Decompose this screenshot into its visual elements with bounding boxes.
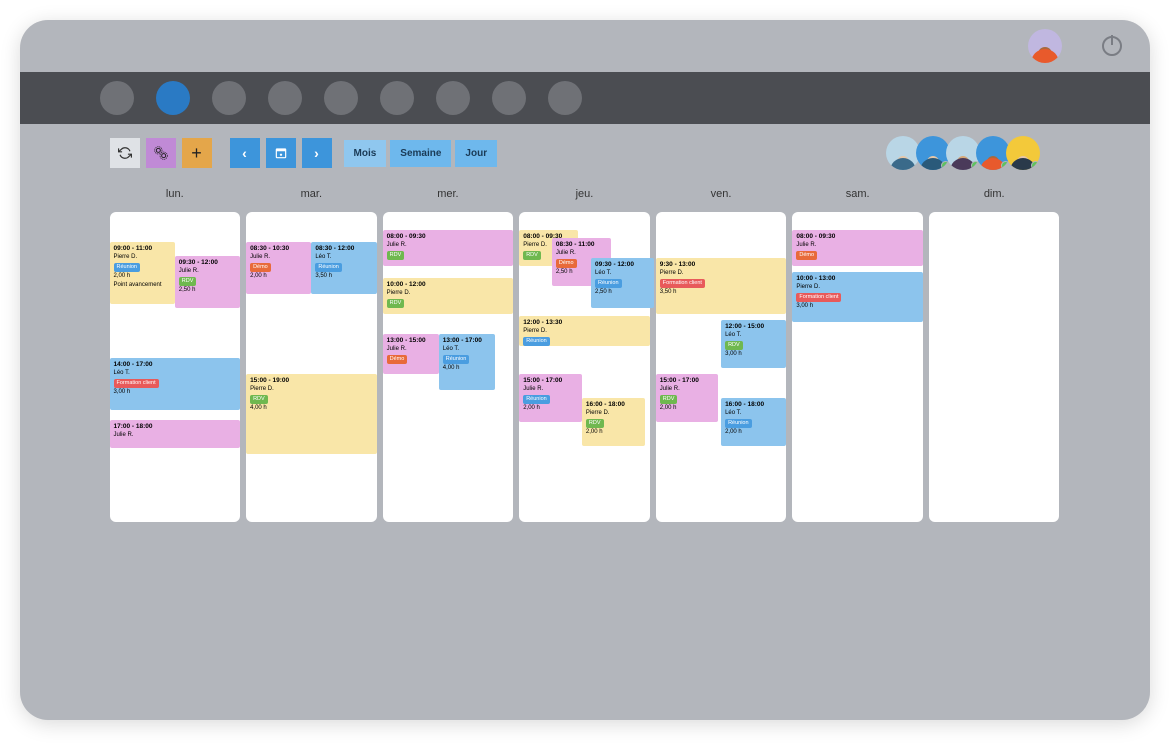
day-header-6: dim. [929, 182, 1060, 206]
day-header-3: jeu. [519, 182, 650, 206]
nav-dot-2[interactable] [156, 81, 190, 115]
event[interactable]: 09:00 - 11:00Pierre D.Réunion2,00 hPoint… [110, 242, 175, 304]
event[interactable]: 12:00 - 15:00Léo T.RDV3,00 h [721, 320, 786, 368]
nav-dot-3[interactable] [212, 81, 246, 115]
view-tab-day[interactable]: Jour [455, 140, 497, 167]
event[interactable]: 09:30 - 12:00Léo T.Réunion2,50 h [591, 258, 654, 308]
event[interactable]: 15:00 - 17:00Julie R.Réunion2,00 h [519, 374, 582, 422]
event[interactable]: 13:00 - 15:00Julie R.Démo [383, 334, 439, 374]
event[interactable]: 09:30 - 12:00Julie R.RDV2,50 h [175, 256, 240, 308]
person-filter-2[interactable] [946, 136, 980, 170]
day-headers: lun.mar.mer.jeu.ven.sam.dim. [110, 182, 1060, 206]
event[interactable]: 15:00 - 19:00Pierre D.RDV4,00 h [246, 374, 377, 454]
day-col-5[interactable]: 08:00 - 09:30Julie R.Démo 10:00 - 13:00Pi… [792, 212, 923, 522]
person-filter-1[interactable] [916, 136, 950, 170]
day-col-4[interactable]: 9:30 - 13:00Pierre D.Formation client3,5… [656, 212, 787, 522]
prev-button[interactable]: ‹ [230, 138, 260, 168]
add-event-button[interactable]: + [182, 138, 212, 168]
next-button[interactable]: › [302, 138, 332, 168]
app-frame: + ‹ › Mois Semaine Jour lun.mar.mer.jeu.… [20, 20, 1150, 720]
nav-dot-8[interactable] [492, 81, 526, 115]
nav-dot-4[interactable] [268, 81, 302, 115]
event[interactable]: 17:00 - 18:00Julie R. [110, 420, 241, 448]
day-header-5: sam. [792, 182, 923, 206]
day-col-2[interactable]: 08:00 - 09:30Julie R.RDV 10:00 - 12:00Pie… [383, 212, 514, 522]
event[interactable]: 08:00 - 09:30Julie R.RDV [383, 230, 514, 266]
event[interactable]: 16:00 - 18:00Léo T.Réunion2,00 h [721, 398, 786, 446]
nav-dot-5[interactable] [324, 81, 358, 115]
person-filter-4[interactable] [1006, 136, 1040, 170]
event[interactable]: 16:00 - 18:00Pierre D.RDV2,00 h [582, 398, 645, 446]
event[interactable]: 9:30 - 13:00Pierre D.Formation client3,5… [656, 258, 787, 314]
view-tab-week[interactable]: Semaine [390, 140, 451, 167]
calendar-toolbar: + ‹ › Mois Semaine Jour [20, 124, 1150, 182]
view-tab-month[interactable]: Mois [344, 140, 387, 167]
day-columns: 09:00 - 11:00Pierre D.Réunion2,00 hPoint… [110, 212, 1060, 522]
power-icon[interactable] [1102, 36, 1122, 56]
day-col-1[interactable]: 08:30 - 10:30Julie R.Démo2,00 h08:30 - 1… [246, 212, 377, 522]
topbar [20, 20, 1150, 72]
day-header-1: mar. [246, 182, 377, 206]
settings-button[interactable] [146, 138, 176, 168]
day-header-0: lun. [110, 182, 241, 206]
day-col-3[interactable]: 08:00 - 09:30Pierre D.RDV08:30 - 11:00Ju… [519, 212, 650, 522]
day-header-4: ven. [656, 182, 787, 206]
event[interactable]: 13:00 - 17:00Léo T.Réunion4,00 h [439, 334, 495, 390]
day-col-6[interactable] [929, 212, 1060, 522]
event[interactable]: 14:00 - 17:00Léo T.Formation client3,00 … [110, 358, 241, 410]
nav-dot-1[interactable] [100, 81, 134, 115]
person-filter-0[interactable] [886, 136, 920, 170]
person-filter-3[interactable] [976, 136, 1010, 170]
event[interactable]: 10:00 - 13:00Pierre D.Formation client3,… [792, 272, 923, 322]
refresh-button[interactable] [110, 138, 140, 168]
event[interactable]: 08:00 - 09:30Julie R.Démo [792, 230, 923, 266]
event[interactable]: 12:00 - 13:30Pierre D.Réunion [519, 316, 650, 346]
nav-dot-7[interactable] [436, 81, 470, 115]
event[interactable]: 15:00 - 17:00Julie R.RDV2,00 h [656, 374, 719, 422]
main-nav [20, 72, 1150, 124]
people-filter [892, 136, 1060, 170]
event[interactable]: 10:00 - 12:00Pierre D.RDV [383, 278, 514, 314]
nav-dot-6[interactable] [380, 81, 414, 115]
day-header-2: mer. [383, 182, 514, 206]
calendar-week-view: lun.mar.mer.jeu.ven.sam.dim. 09:00 - 11:… [20, 182, 1150, 542]
event[interactable]: 08:30 - 10:30Julie R.Démo2,00 h [246, 242, 311, 294]
nav-dot-9[interactable] [548, 81, 582, 115]
view-tabs: Mois Semaine Jour [344, 140, 498, 167]
today-button[interactable] [266, 138, 296, 168]
event[interactable]: 08:30 - 12:00Léo T.Réunion3,50 h [311, 242, 376, 294]
day-col-0[interactable]: 09:00 - 11:00Pierre D.Réunion2,00 hPoint… [110, 212, 241, 522]
current-user-avatar[interactable] [1028, 29, 1062, 63]
